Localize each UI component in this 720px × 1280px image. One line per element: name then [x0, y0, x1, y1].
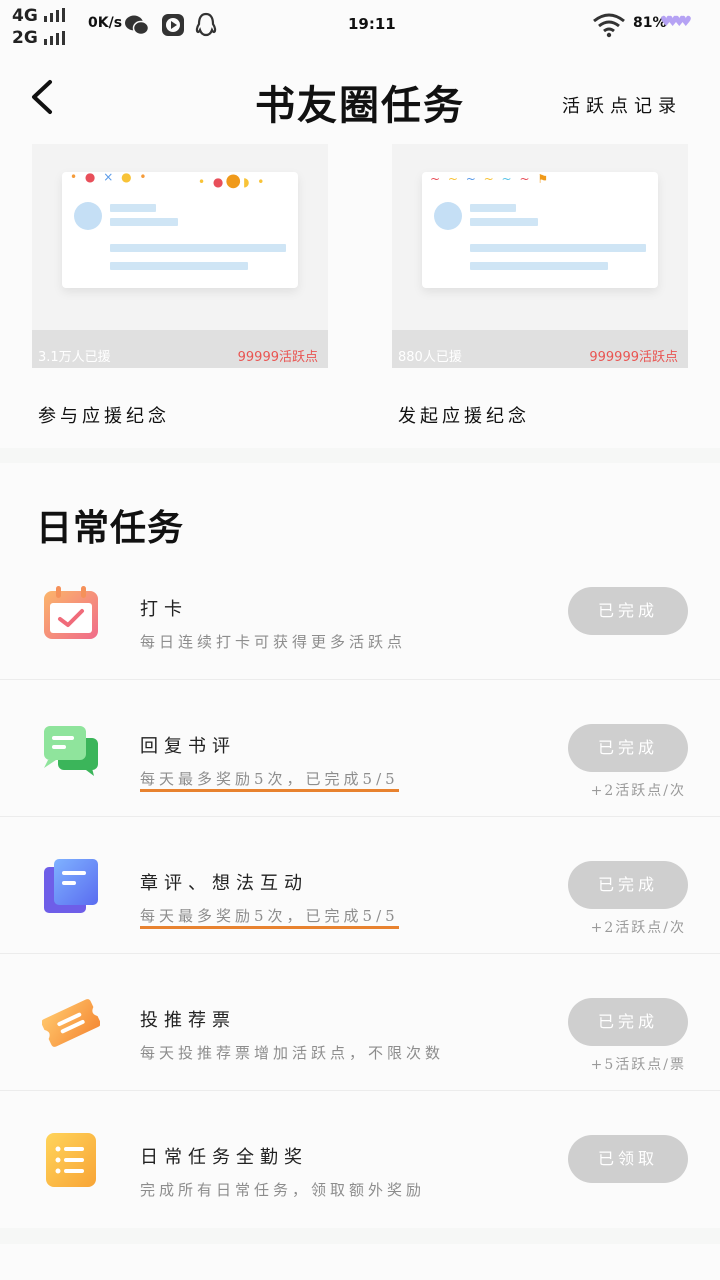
- task-description: 每天最多奖励5次，已完成5/5: [140, 768, 399, 792]
- hearts-icon: ♥♥♥♥: [660, 14, 692, 30]
- signal-strength-icon: [44, 8, 74, 22]
- card-label-initiate[interactable]: 发起应援纪念: [398, 402, 530, 428]
- wechat-icon: [125, 15, 150, 36]
- network-speed: 0K/s: [88, 15, 123, 31]
- activity-points: 999999活跃点: [589, 350, 678, 365]
- task-bonus: +2活跃点/次: [590, 920, 686, 936]
- participant-count: 3.1万人已援: [38, 350, 111, 365]
- task-reply-review: 回复书评 每天最多奖励5次，已完成5/5 已完成 +2活跃点/次: [0, 680, 720, 817]
- task-description: 完成所有日常任务，领取额外奖励: [140, 1181, 426, 1199]
- task-full-attendance: 日常任务全勤奖 完成所有日常任务，领取额外奖励 已领取: [0, 1091, 720, 1228]
- header-section: 书友圈任务 活跃点记录 • ● × ● • • ●●◗ • 3.1万人已援 99…: [0, 50, 720, 448]
- signal-strength-icon: [44, 31, 74, 45]
- streamer-decoration: ~ ~ ~ ~ ~ ~ ⚑: [430, 172, 551, 186]
- clock: 19:11: [348, 15, 396, 33]
- bottom-area: [0, 1244, 720, 1280]
- list-icon: [46, 1133, 96, 1187]
- claimed-button[interactable]: 已领取: [568, 1135, 688, 1183]
- task-checkin: 打卡 每日连续打卡可获得更多活跃点 已完成: [0, 543, 720, 680]
- task-description: 每天最多奖励5次，已完成5/5: [140, 905, 399, 929]
- task-name: 日常任务全勤奖: [140, 1147, 308, 1168]
- activity-records-link[interactable]: 活跃点记录: [562, 92, 682, 118]
- card-label-participate[interactable]: 参与应援纪念: [38, 402, 170, 428]
- card-footer: 880人已援 999999活跃点: [392, 330, 688, 368]
- task-name: 打卡: [140, 599, 188, 620]
- completed-button[interactable]: 已完成: [568, 998, 688, 1046]
- note-cards-icon: [44, 859, 98, 913]
- ticket-icon: [42, 999, 100, 1047]
- participant-count: 880人已援: [398, 350, 462, 365]
- completed-button[interactable]: 已完成: [568, 861, 688, 909]
- task-bonus: +5活跃点/票: [590, 1057, 686, 1073]
- network-type-1: 4G: [12, 6, 38, 26]
- card-footer: 3.1万人已援 99999活跃点: [32, 330, 328, 368]
- orange-decoration-icon: • ●●◗ •: [198, 170, 267, 191]
- task-description: 每天投推荐票增加活跃点，不限次数: [140, 1044, 445, 1062]
- daily-tasks-section: 日常任务 打卡 每日连续打卡可获得更多活跃点 已完成 回复书评 每天最多奖励5次…: [0, 463, 720, 1228]
- chat-bubbles-icon: [44, 726, 98, 776]
- task-name: 回复书评: [140, 736, 236, 757]
- network-type-2: 2G: [12, 28, 38, 48]
- avatar: [434, 202, 462, 230]
- completed-button[interactable]: 已完成: [568, 587, 688, 635]
- completed-button[interactable]: 已完成: [568, 724, 688, 772]
- task-bonus: +2活跃点/次: [590, 783, 686, 799]
- task-chapter-comments: 章评、想法互动 每天最多奖励5次，已完成5/5 已完成 +2活跃点/次: [0, 817, 720, 954]
- support-card-participate[interactable]: • ● × ● • • ●●◗ • 3.1万人已援 99999活跃点: [32, 144, 328, 368]
- task-description: 每日连续打卡可获得更多活跃点: [140, 633, 407, 651]
- avatar: [74, 202, 102, 230]
- task-name: 章评、想法互动: [140, 873, 308, 894]
- card-preview: [422, 172, 658, 288]
- status-bar: 4G 2G 0K/s 19:11 81% ♥♥♥♥: [0, 0, 720, 50]
- confetti-decoration: • ● × ● •: [70, 170, 149, 184]
- task-name: 投推荐票: [140, 1010, 236, 1031]
- activity-points: 99999活跃点: [237, 350, 318, 365]
- calendar-check-icon: [44, 586, 98, 639]
- qq-icon: [195, 12, 217, 37]
- support-card-initiate[interactable]: ~ ~ ~ ~ ~ ~ ⚑ 880人已援 999999活跃点: [392, 144, 688, 368]
- task-recommend-vote: 投推荐票 每天投推荐票增加活跃点，不限次数 已完成 +5活跃点/票: [0, 954, 720, 1091]
- wifi-icon: [593, 13, 625, 38]
- video-icon: [162, 14, 184, 36]
